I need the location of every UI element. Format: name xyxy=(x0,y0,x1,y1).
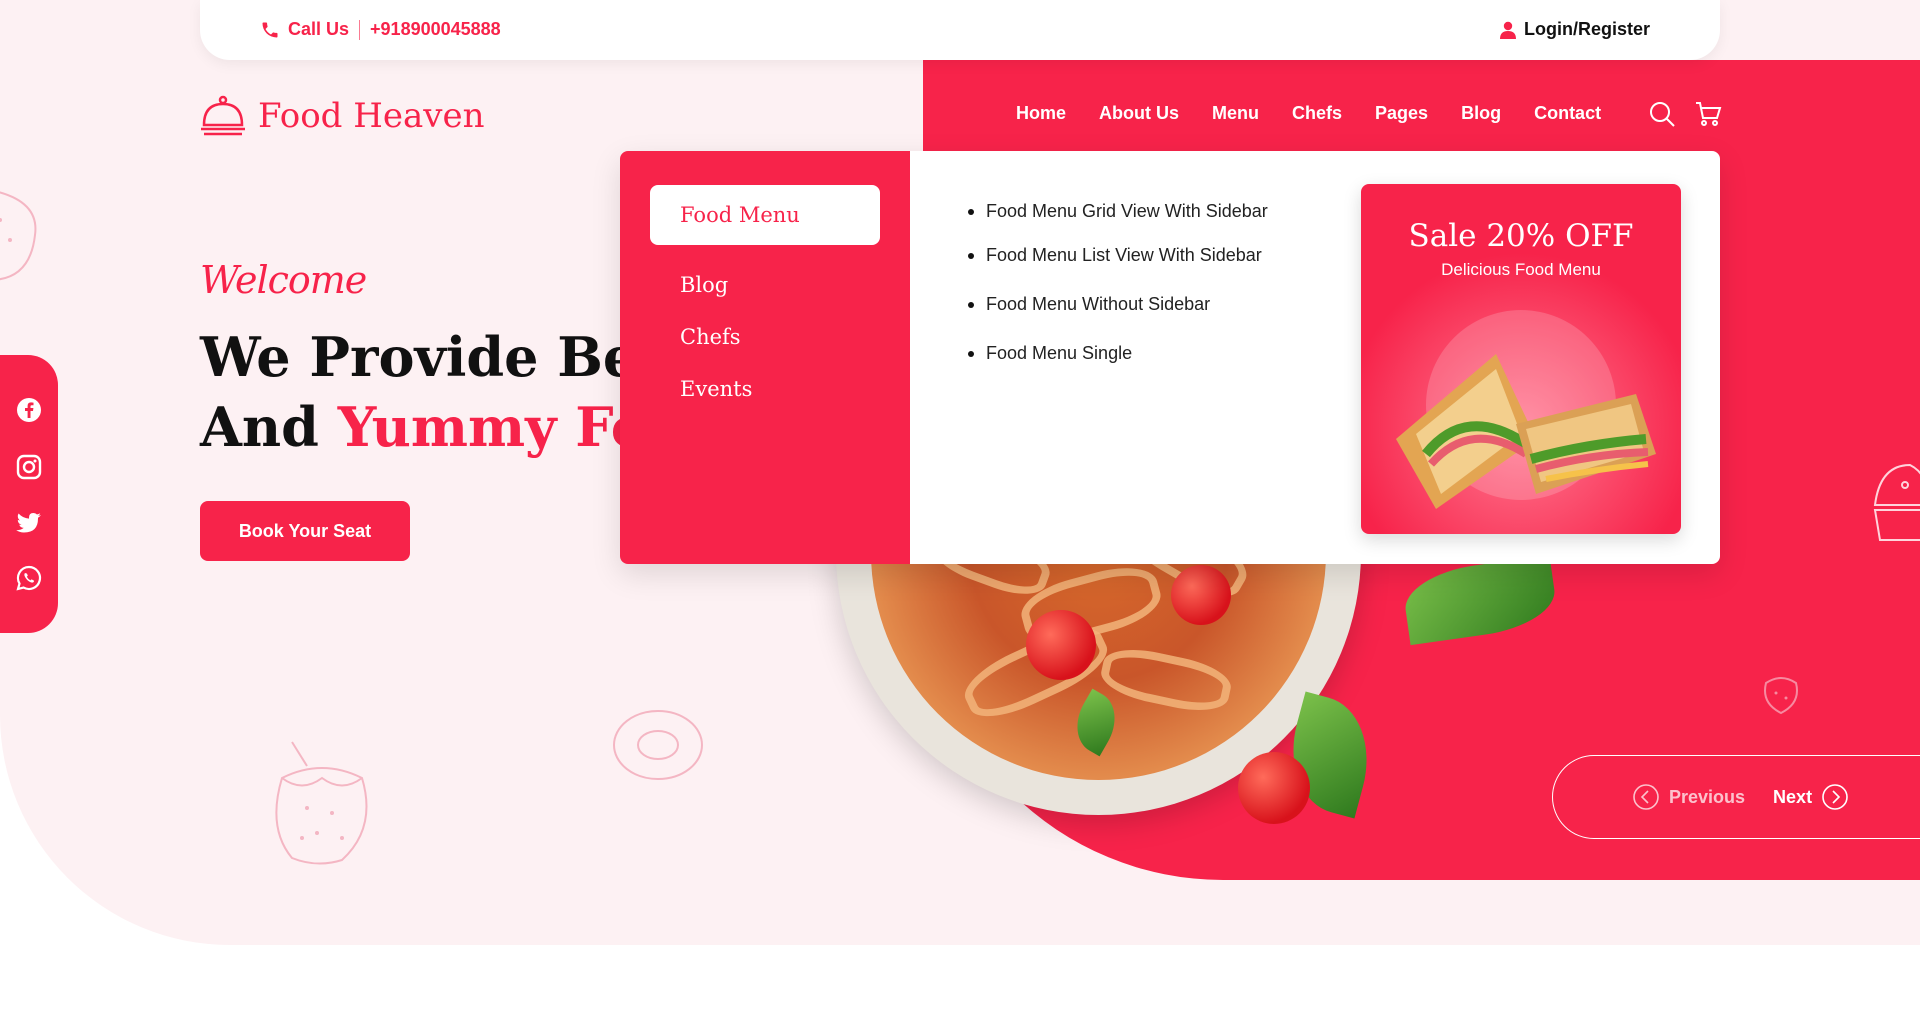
top-bar: Call Us +918900045888 Login/Register xyxy=(200,0,1720,60)
next-label: Next xyxy=(1773,786,1813,807)
dropdown-link[interactable]: Food Menu Grid View With Sidebar xyxy=(968,201,1268,222)
promo-title: Sale 20% OFF xyxy=(1408,218,1634,254)
noodle xyxy=(1097,642,1235,718)
hero-title-line2-prefix: And xyxy=(200,395,319,459)
promo-subtitle: Delicious Food Menu xyxy=(1441,260,1601,279)
dropdown-link[interactable]: Food Menu Without Sidebar xyxy=(968,294,1268,315)
login-register-link[interactable]: Login/Register xyxy=(1499,19,1650,40)
donut-doodle-icon xyxy=(613,710,703,780)
dropdown-category-events[interactable]: Events xyxy=(650,363,880,415)
strawberry-doodle-icon xyxy=(275,741,368,865)
facebook-icon[interactable] xyxy=(16,397,42,423)
dropdown-category-food-menu[interactable]: Food Menu xyxy=(650,185,880,245)
tomato xyxy=(1171,565,1231,625)
main-nav: Home About Us Menu Chefs Pages Blog Cont… xyxy=(1016,103,1601,124)
nav-menu[interactable]: Menu xyxy=(1212,103,1259,124)
tomato xyxy=(1238,752,1310,824)
previous-label: Previous xyxy=(1669,786,1746,807)
menu-dropdown: Food Menu Blog Chefs Events Food Menu Gr… xyxy=(620,151,1720,564)
cloche-icon xyxy=(201,95,245,136)
dropdown-category-chefs[interactable]: Chefs xyxy=(650,311,880,363)
basil-leaf xyxy=(1064,688,1128,757)
nav-contact[interactable]: Contact xyxy=(1534,103,1601,124)
divider xyxy=(359,19,361,40)
chevron-left-icon xyxy=(1633,784,1659,810)
brand-logo[interactable]: Food Heaven xyxy=(200,95,485,137)
tomato xyxy=(1026,610,1096,680)
nav-home[interactable]: Home xyxy=(1016,103,1066,124)
next-button[interactable]: Next xyxy=(1773,784,1848,810)
slider-controls: Previous Next xyxy=(1552,755,1920,839)
phone-icon xyxy=(262,22,278,37)
call-us[interactable]: Call Us +918900045888 xyxy=(260,19,501,40)
social-bar xyxy=(0,355,58,633)
cart-icon[interactable] xyxy=(1694,100,1722,128)
hero-title-line1: We Provide Best xyxy=(200,325,693,389)
call-us-label: Call Us xyxy=(288,19,350,39)
brand-name: Food Heaven xyxy=(258,96,485,136)
dropdown-categories: Food Menu Blog Chefs Events xyxy=(620,151,910,564)
chevron-right-icon xyxy=(1822,784,1848,810)
cupcake-doodle-icon xyxy=(1873,463,1920,541)
nav-pages[interactable]: Pages xyxy=(1375,103,1428,124)
dropdown-links: Food Menu Grid View With Sidebar Food Me… xyxy=(968,201,1268,387)
nav-icons xyxy=(1648,100,1722,128)
dropdown-category-blog[interactable]: Blog xyxy=(650,259,880,311)
search-icon[interactable] xyxy=(1648,100,1676,128)
strawberry-doodle-icon xyxy=(1764,677,1798,715)
book-your-seat-button[interactable]: Book Your Seat xyxy=(200,501,410,561)
instagram-icon[interactable] xyxy=(16,454,42,480)
whatsapp-icon[interactable] xyxy=(16,565,42,591)
dropdown-link[interactable]: Food Menu Single xyxy=(968,343,1268,364)
nav-about-us[interactable]: About Us xyxy=(1099,103,1179,124)
welcome-heading: Welcome xyxy=(200,258,367,302)
user-icon xyxy=(1499,21,1516,39)
dropdown-link[interactable]: Food Menu List View With Sidebar xyxy=(968,245,1268,266)
strawberry-doodle-icon xyxy=(0,191,37,281)
phone-number[interactable]: +918900045888 xyxy=(370,19,501,40)
nav-blog[interactable]: Blog xyxy=(1461,103,1501,124)
promo-card[interactable]: Sale 20% OFF Delicious Food Menu xyxy=(1361,184,1681,534)
nav-chefs[interactable]: Chefs xyxy=(1292,103,1342,124)
previous-button[interactable]: Previous xyxy=(1633,784,1745,810)
login-register-label: Login/Register xyxy=(1523,19,1650,39)
twitter-icon[interactable] xyxy=(16,512,42,534)
sandwich-image xyxy=(1396,354,1656,509)
